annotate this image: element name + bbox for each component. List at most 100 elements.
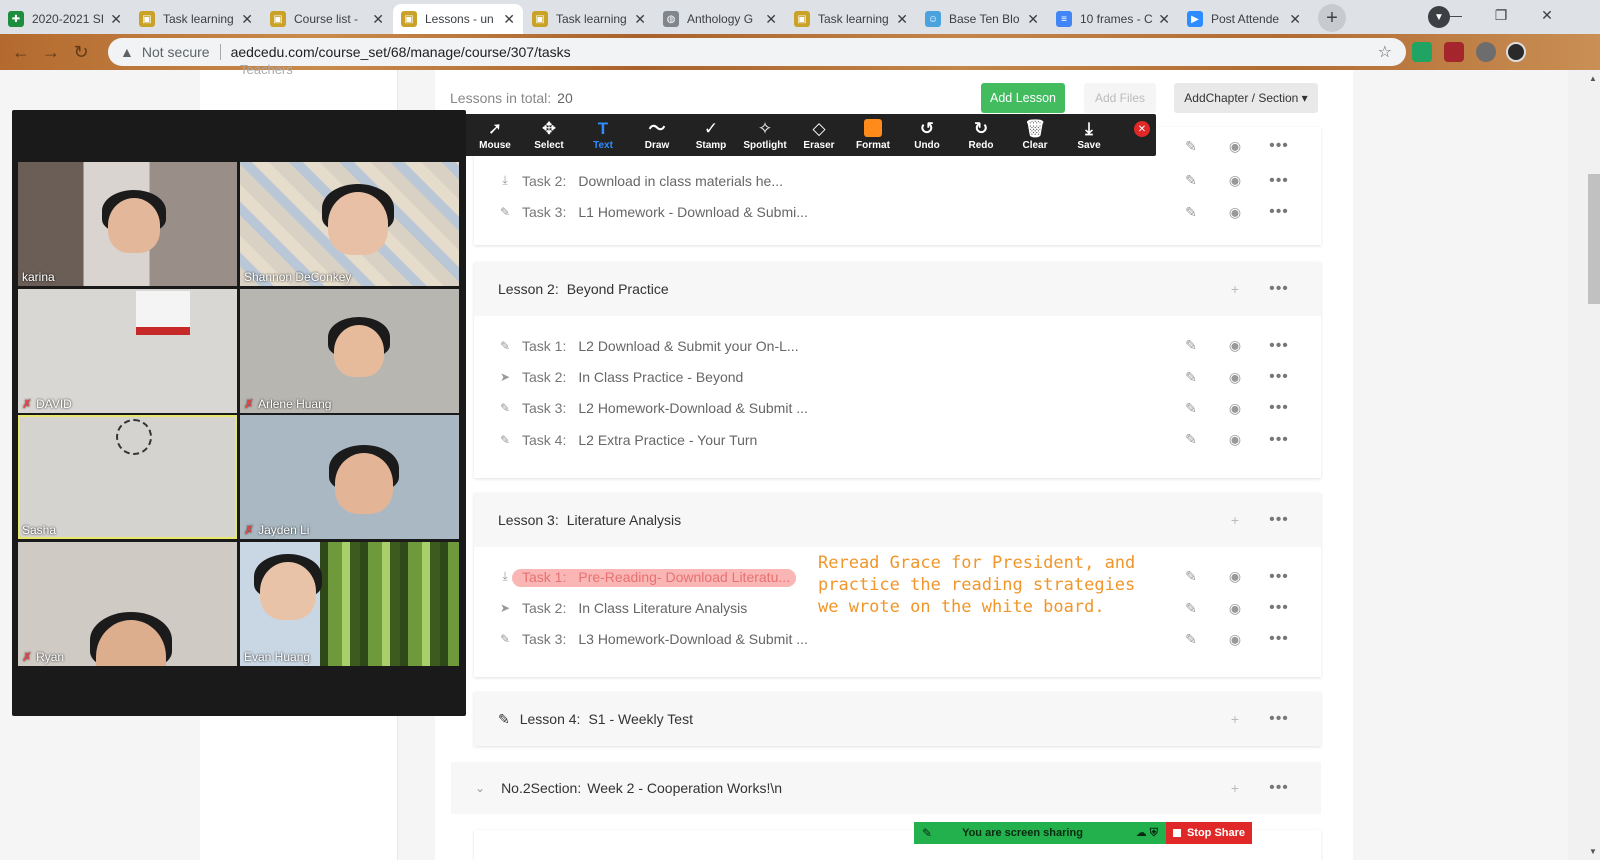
restore-icon[interactable]: ❐ — [1478, 0, 1524, 30]
preview-eye-icon[interactable]: ◉ — [1213, 369, 1257, 386]
annotate-tool-undo[interactable]: ↺ Undo — [900, 114, 954, 156]
new-tab-icon[interactable]: + — [1318, 4, 1346, 32]
browser-tab[interactable]: ✚ 2020-2021 SI ✕ — [0, 4, 130, 34]
annotate-tool-select[interactable]: ✥ Select — [522, 114, 576, 156]
browser-tab[interactable]: ▣ Task learning ✕ — [786, 4, 916, 34]
task-title[interactable]: L2 Download & Submit your On-L... — [578, 338, 798, 354]
annotate-tool-mouse[interactable]: ➚ Mouse — [468, 114, 522, 156]
more-icon[interactable]: ••• — [1257, 203, 1301, 221]
task-row[interactable]: ✎ Task 1: L2 Download & Submit your On-L..… — [474, 330, 1321, 361]
bookmark-star-icon[interactable]: ☆ — [1378, 42, 1392, 62]
add-icon[interactable]: + — [1213, 780, 1257, 796]
more-icon[interactable]: ••• — [1257, 599, 1301, 617]
tab-close-icon[interactable]: ✕ — [110, 11, 122, 28]
annotate-tool-clear[interactable]: 🗑 Clear — [1008, 114, 1062, 156]
annotate-tool-spotlight[interactable]: ✧ Spotlight — [738, 114, 792, 156]
stop-share-button[interactable]: Stop Share — [1166, 822, 1252, 844]
participant-video-tile[interactable]: Evan Huang — [240, 541, 459, 666]
participant-video-tile[interactable]: Sasha — [18, 415, 237, 539]
section-2-header[interactable]: ⌄ No.2Section: Week 2 - Cooperation Work… — [451, 762, 1321, 814]
edit-icon[interactable]: ✎ — [1169, 138, 1213, 155]
preview-eye-icon[interactable]: ◉ — [1213, 600, 1257, 617]
address-bar[interactable]: ▲ Not secure aedcedu.com/course_set/68/m… — [108, 38, 1406, 66]
annotate-tool-save[interactable]: ⤓ Save — [1062, 114, 1116, 156]
task-title[interactable]: In Class Literature Analysis — [578, 600, 747, 616]
chevron-down-icon[interactable]: ⌄ — [475, 781, 485, 795]
more-icon[interactable]: ••• — [1257, 630, 1301, 648]
browser-tab[interactable]: ▶ Post Attende ✕ — [1179, 4, 1309, 34]
participant-video-tile[interactable]: karina — [18, 162, 237, 286]
browser-tab[interactable]: ▣ Task learning ✕ — [524, 4, 654, 34]
participant-video-tile[interactable]: ✗ Jayden Li — [240, 415, 459, 539]
preview-eye-icon[interactable]: ◉ — [1213, 400, 1257, 417]
nav-item-teachers[interactable]: Teachers — [240, 62, 293, 77]
more-icon[interactable]: ••• — [1257, 337, 1301, 355]
task-row[interactable]: ⤓ Task 2: Download in class materials he..… — [474, 165, 1321, 196]
edit-icon[interactable]: ✎ — [1169, 600, 1213, 617]
task-row[interactable]: ✎ Task 3: L3 Homework-Download & Submit ..… — [474, 624, 1321, 655]
tab-close-icon[interactable]: ✕ — [1158, 11, 1170, 28]
more-icon[interactable]: ••• — [1257, 368, 1301, 386]
edit-icon[interactable]: ✎ — [1169, 631, 1213, 648]
preview-eye-icon[interactable]: ◉ — [1213, 138, 1257, 155]
task-row[interactable]: ➤ Task 2: In Class Practice - Beyond ✎ ◉ ••• — [474, 361, 1321, 392]
edit-icon[interactable]: ✎ — [1169, 337, 1213, 354]
close-window-icon[interactable]: ✕ — [1524, 0, 1570, 30]
tab-close-icon[interactable]: ✕ — [503, 11, 515, 28]
task-title[interactable]: L2 Homework-Download & Submit ... — [578, 400, 808, 416]
more-icon[interactable]: ••• — [1257, 280, 1301, 298]
browser-tab[interactable]: ☺ Base Ten Blo ✕ — [917, 4, 1047, 34]
edit-icon[interactable]: ✎ — [1169, 172, 1213, 189]
lesson-3-header[interactable]: Lesson 3: Literature Analysis + ••• — [474, 493, 1321, 547]
more-icon[interactable]: ••• — [1257, 172, 1301, 190]
add-lesson-button[interactable]: Add Lesson — [981, 83, 1065, 113]
extension-icon[interactable] — [1412, 42, 1432, 62]
participant-video-tile[interactable]: ✗ Arlene Huang — [240, 288, 459, 413]
tab-close-icon[interactable]: ✕ — [634, 11, 646, 28]
task-title[interactable]: L1 Homework - Download & Submi... — [578, 204, 808, 220]
more-icon[interactable]: ••• — [1257, 137, 1301, 155]
browser-tab[interactable]: ◍ Anthology G ✕ — [655, 4, 785, 34]
add-task-icon[interactable]: + — [1213, 512, 1257, 528]
preview-eye-icon[interactable]: ◉ — [1213, 631, 1257, 648]
task-title[interactable]: In Class Practice - Beyond — [578, 369, 743, 385]
preview-eye-icon[interactable]: ◉ — [1213, 172, 1257, 189]
edit-icon[interactable]: ✎ — [1169, 204, 1213, 221]
tab-close-icon[interactable]: ✕ — [372, 11, 384, 28]
page-scrollbar[interactable]: ▲ ▼ — [1568, 70, 1600, 860]
browser-tab[interactable]: ▣ Task learning ✕ — [131, 4, 261, 34]
back-icon[interactable]: ← — [6, 42, 36, 63]
add-task-icon[interactable]: + — [1213, 281, 1257, 297]
more-icon[interactable]: ••• — [1257, 431, 1301, 449]
preview-eye-icon[interactable]: ◉ — [1213, 204, 1257, 221]
tab-close-icon[interactable]: ✕ — [896, 11, 908, 28]
annotate-tool-text[interactable]: T Text — [576, 114, 630, 156]
tab-close-icon[interactable]: ✕ — [241, 11, 253, 28]
add-chapter-section-button[interactable]: AddChapter / Section ▾ — [1174, 83, 1318, 113]
tab-close-icon[interactable]: ✕ — [765, 11, 777, 28]
participant-video-tile[interactable]: ✗ DAVID — [18, 288, 237, 413]
reload-icon[interactable]: ↻ — [66, 42, 96, 63]
preview-eye-icon[interactable]: ◉ — [1213, 337, 1257, 354]
annotate-tool-eraser[interactable]: ◇ Eraser — [792, 114, 846, 156]
participant-video-tile[interactable]: ✗ Ryan — [18, 541, 237, 666]
annotate-tool-stamp[interactable]: ✓ Stamp — [684, 114, 738, 156]
zoom-gallery-window[interactable]: karina Shannon DeConkey ✗ DAVID ✗ Arlene Huan… — [12, 110, 466, 716]
task-title[interactable]: L3 Homework-Download & Submit ... — [578, 631, 808, 647]
annotate-tool-draw[interactable]: 〜 Draw — [630, 114, 684, 156]
sharing-status[interactable]: ✎ You are screen sharing ☁ ⛨ — [914, 822, 1166, 844]
edit-icon[interactable]: ✎ — [1169, 369, 1213, 386]
more-icon[interactable]: ••• — [1257, 511, 1301, 529]
annotate-tool-format[interactable]: Format — [846, 114, 900, 156]
preview-eye-icon[interactable]: ◉ — [1213, 568, 1257, 585]
extensions-puzzle-icon[interactable] — [1476, 42, 1496, 62]
tab-close-icon[interactable]: ✕ — [1289, 11, 1301, 28]
edit-icon[interactable]: ✎ — [1169, 431, 1213, 448]
minimize-icon[interactable]: — — [1432, 0, 1478, 30]
browser-tab[interactable]: ▣ Course list - ✕ — [262, 4, 392, 34]
close-annotation-icon[interactable]: ✕ — [1134, 121, 1150, 137]
participant-video-tile[interactable]: Shannon DeConkey — [240, 162, 459, 286]
browser-tab[interactable]: ▣ Lessons - un ✕ — [393, 4, 523, 34]
task-title[interactable]: Download in class materials he... — [578, 173, 783, 189]
preview-eye-icon[interactable]: ◉ — [1213, 431, 1257, 448]
